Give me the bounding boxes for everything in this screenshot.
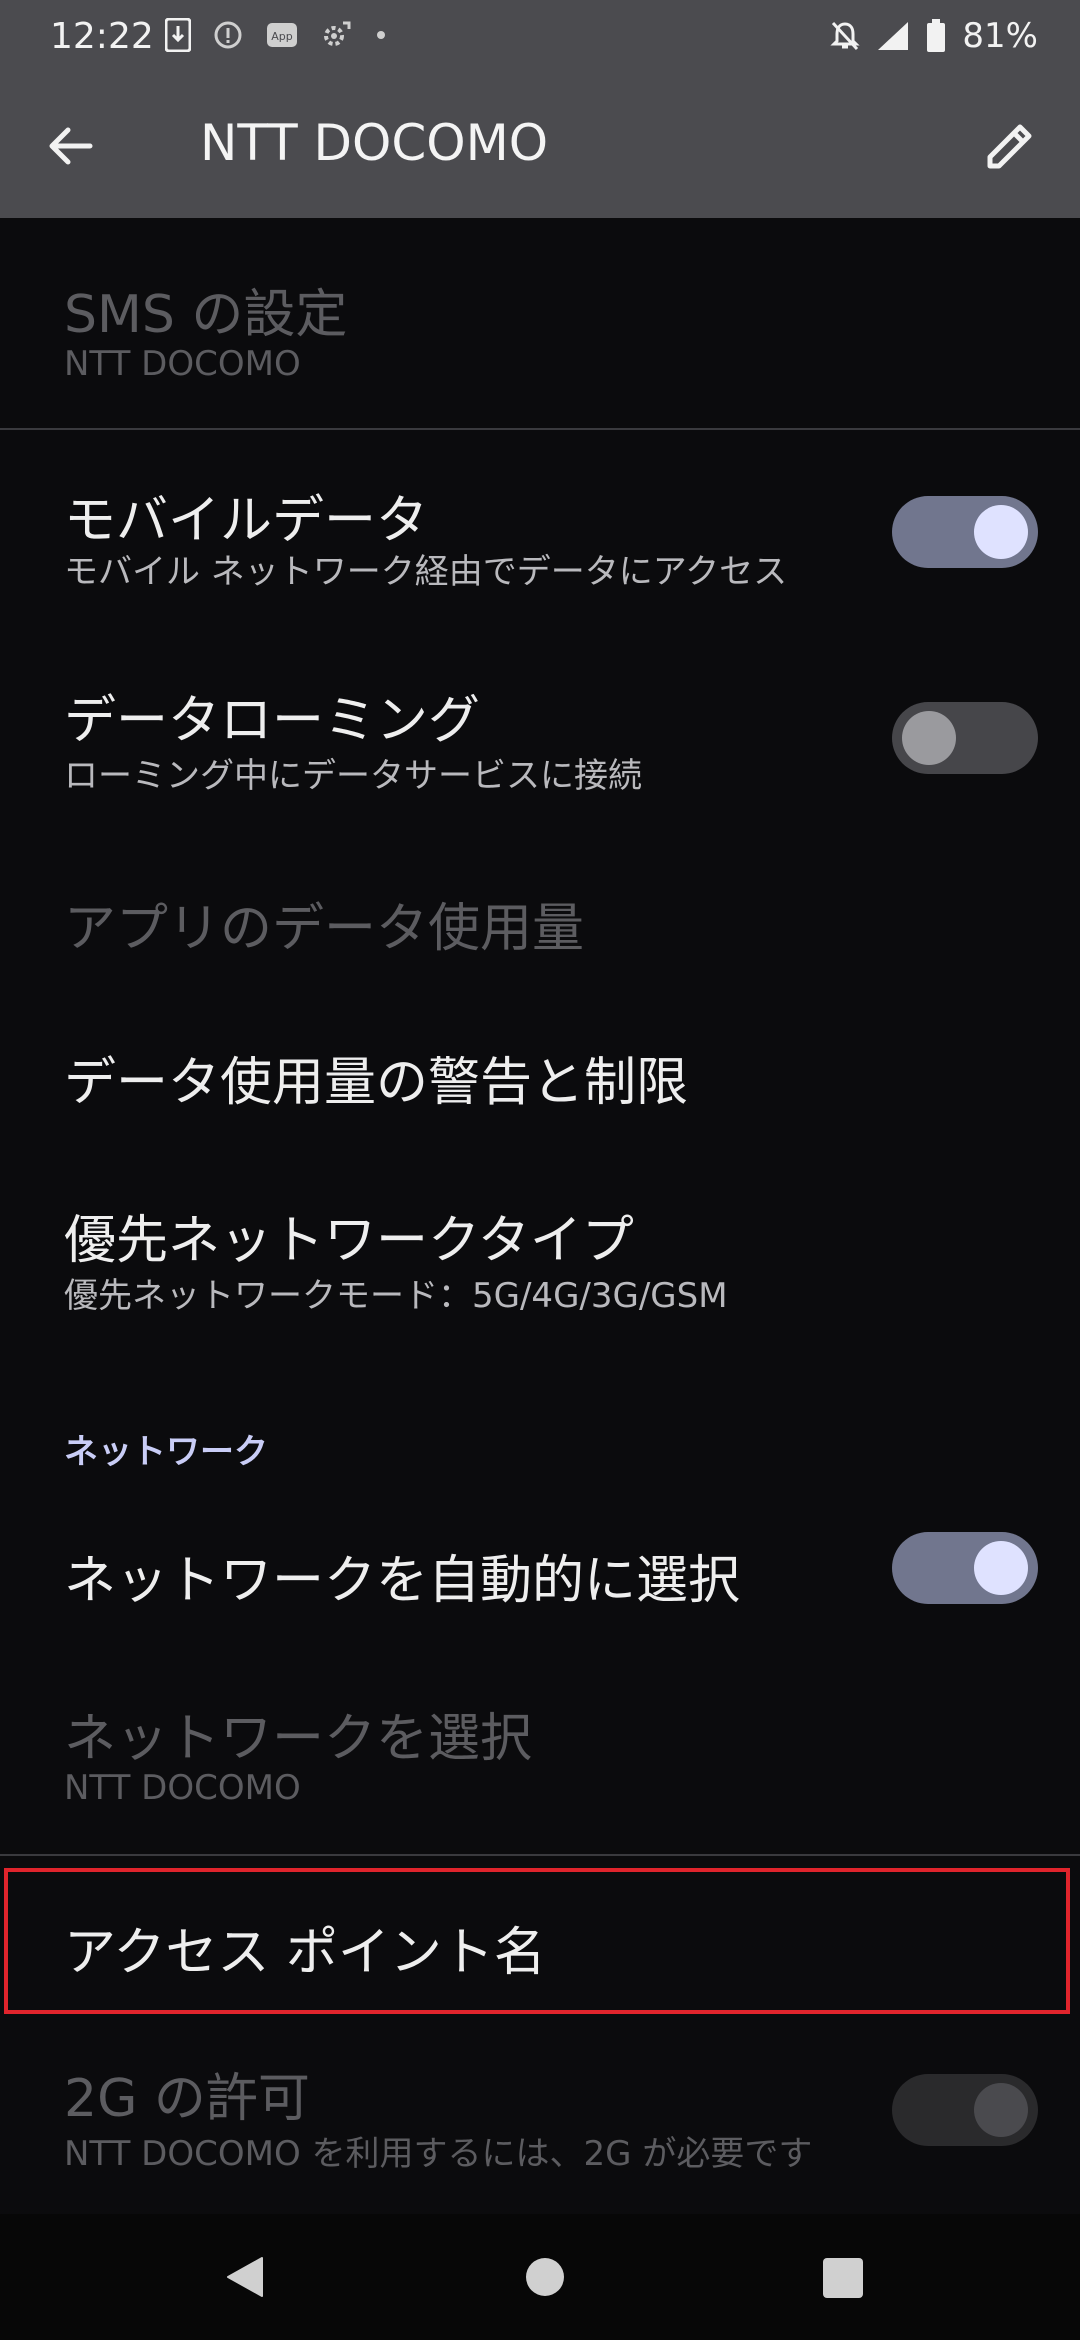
allow-2g-title: 2G の許可 <box>64 2069 310 2129</box>
data-warning-limit-title: データ使用量の警告と制限 <box>64 1053 689 1113</box>
select-network-item: ネットワークを選択 NTT DOCOMO <box>0 1650 1080 1854</box>
divider <box>0 1854 1080 1856</box>
mobile-data-toggle[interactable] <box>892 496 1038 568</box>
network-section-header: ネットワーク <box>64 1432 268 1472</box>
navigation-bar <box>0 2214 1080 2340</box>
data-warning-limit-item[interactable]: データ使用量の警告と制限 <box>0 994 1080 1150</box>
back-arrow-icon[interactable] <box>44 118 100 174</box>
toggle-knob <box>974 505 1028 559</box>
edit-pencil-icon[interactable] <box>980 116 1040 176</box>
preferred-network-type-item[interactable]: 優先ネットワークタイプ 優先ネットワークモード：5G/4G/3G/GSM <box>0 1150 1080 1350</box>
highlight-box <box>4 1868 1070 2014</box>
nav-back-icon[interactable] <box>222 2254 266 2300</box>
mobile-data-subtitle: モバイル ネットワーク経由でデータにアクセス <box>64 552 788 592</box>
mobile-data-title: モバイルデータ <box>64 491 429 551</box>
signal-icon <box>878 22 909 50</box>
allow-2g-subtitle: NTT DOCOMO を利用するには、2G が必要です <box>64 2134 813 2174</box>
mobile-data-item[interactable]: モバイルデータ モバイル ネットワーク経由でデータにアクセス <box>0 430 1080 634</box>
status-time: 12:22 <box>50 16 154 57</box>
data-roaming-toggle[interactable] <box>892 702 1038 774</box>
allow-2g-item: 2G の許可 NTT DOCOMO を利用するには、2G が必要です <box>0 2016 1080 2214</box>
toggle-knob <box>974 2083 1028 2137</box>
info-circle-icon <box>214 21 242 49</box>
data-roaming-item[interactable]: データローミング ローミング中にデータサービスに接続 <box>0 636 1080 842</box>
settings-sync-icon <box>324 21 351 46</box>
sms-settings-item: SMS の設定 NTT DOCOMO <box>0 218 1080 428</box>
toggle-knob <box>974 1541 1028 1595</box>
auto-select-network-item[interactable]: ネットワークを自動的に選択 <box>0 1490 1080 1650</box>
sms-settings-title: SMS の設定 <box>64 285 348 345</box>
app-icon: App <box>267 23 297 47</box>
dot-icon <box>377 31 385 39</box>
select-network-subtitle: NTT DOCOMO <box>64 1768 301 1808</box>
status-bar: 12:22 App 81% <box>0 0 1080 74</box>
battery-icon <box>927 19 946 52</box>
auto-select-network-title: ネットワークを自動的に選択 <box>64 1551 741 1611</box>
download-icon <box>165 18 191 52</box>
preferred-network-type-subtitle: 優先ネットワークモード：5G/4G/3G/GSM <box>64 1276 728 1316</box>
status-right: 81% <box>830 16 1038 56</box>
data-roaming-subtitle: ローミング中にデータサービスに接続 <box>64 756 642 796</box>
battery-percent: 81% <box>962 16 1038 56</box>
allow-2g-toggle <box>892 2074 1038 2146</box>
app-bar: NTT DOCOMO <box>0 74 1080 218</box>
preferred-network-type-title: 優先ネットワークタイプ <box>64 1211 634 1271</box>
nav-recents-icon[interactable] <box>823 2258 863 2298</box>
svg-text:App: App <box>271 30 293 43</box>
screen: 12:22 App 81% NTT DOCOMO SMS の設定 NTT DOC… <box>0 0 1080 2340</box>
data-roaming-title: データローミング <box>64 691 481 751</box>
auto-select-network-toggle[interactable] <box>892 1532 1038 1604</box>
notifications-off-icon <box>830 21 861 51</box>
sms-settings-subtitle: NTT DOCOMO <box>64 344 301 384</box>
app-data-usage-item: アプリのデータ使用量 <box>0 842 1080 992</box>
nav-home-icon[interactable] <box>526 2258 564 2296</box>
toggle-knob <box>902 711 956 765</box>
app-data-usage-title: アプリのデータ使用量 <box>64 899 585 959</box>
select-network-title: ネットワークを選択 <box>64 1709 533 1769</box>
page-title: NTT DOCOMO <box>200 114 549 172</box>
status-left-icons: App <box>165 18 387 52</box>
